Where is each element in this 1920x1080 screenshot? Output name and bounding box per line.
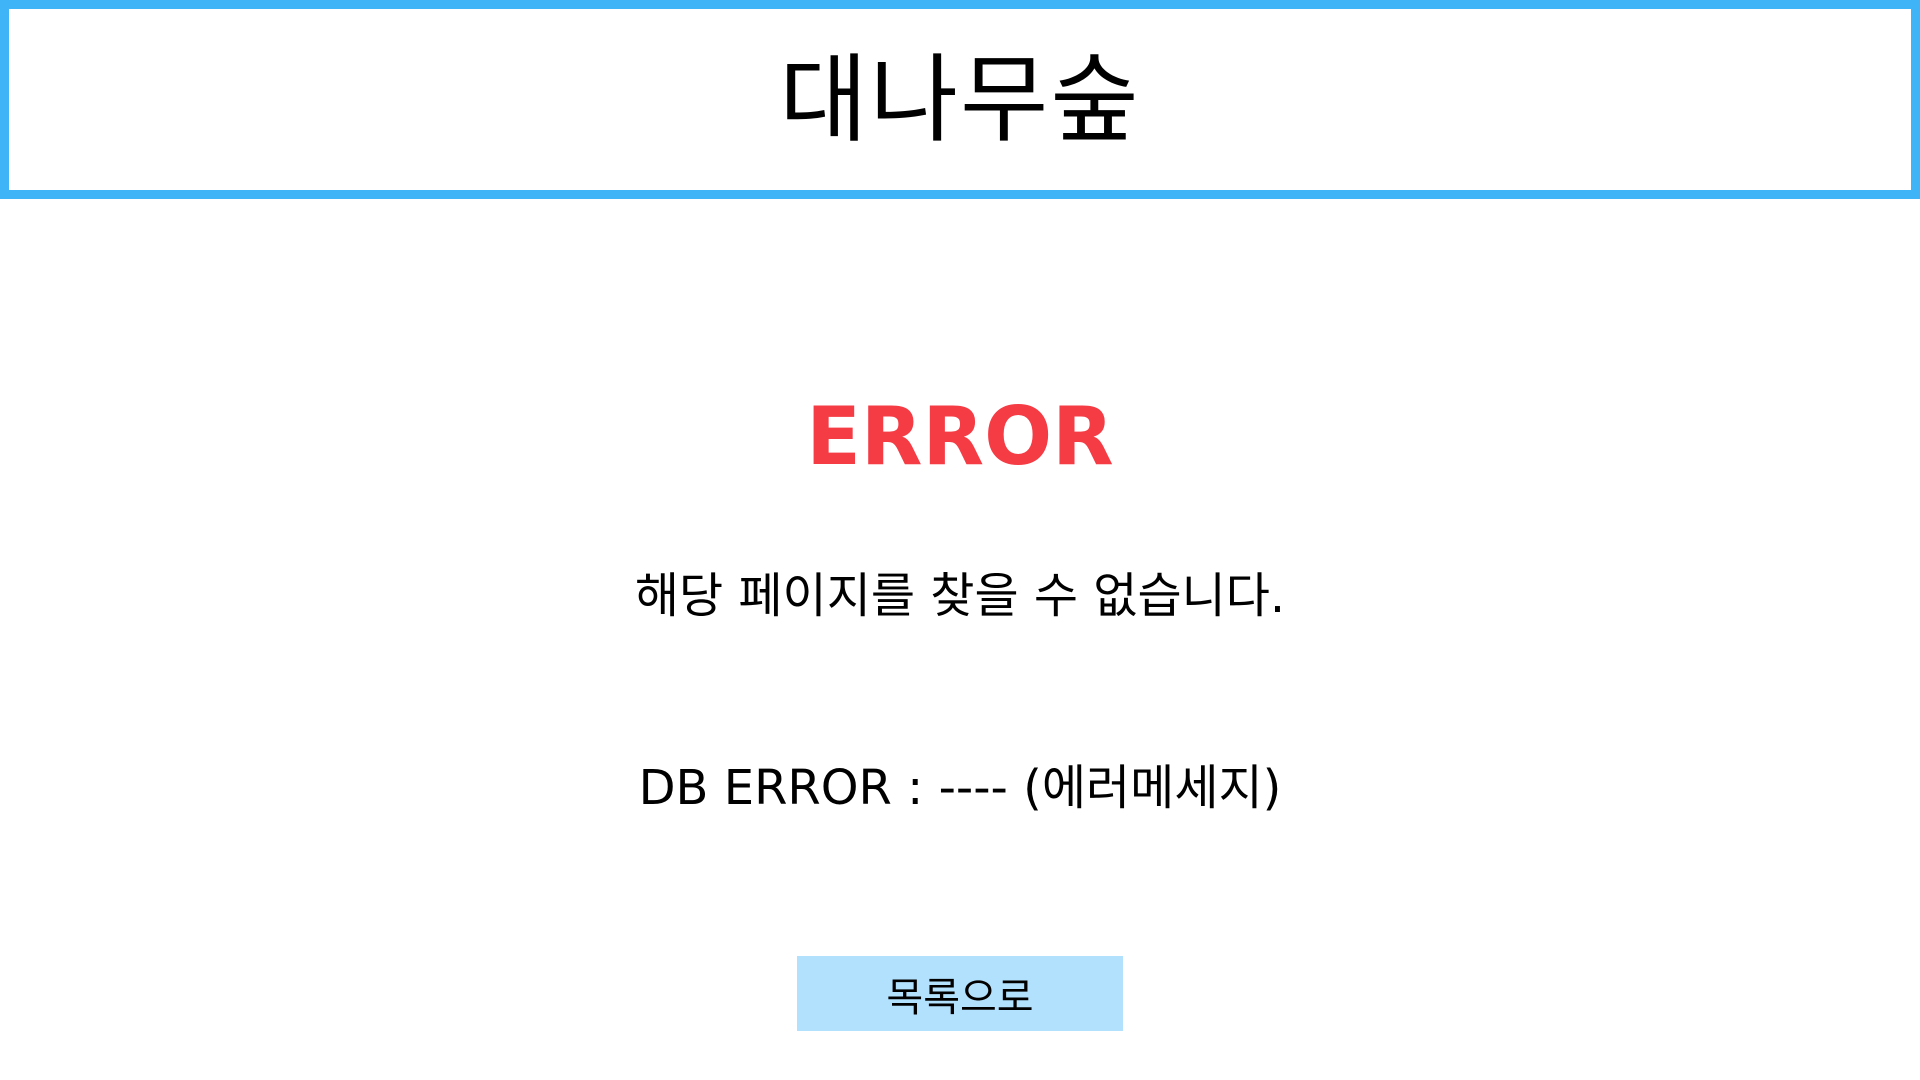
back-to-list-button[interactable]: 목록으로	[797, 956, 1123, 1031]
site-title[interactable]: 대나무숲	[779, 52, 1140, 148]
db-error-message: DB ERROR : ---- (에러메세지)	[638, 760, 1282, 816]
error-content: ERROR 해당 페이지를 찾을 수 없습니다. DB ERROR : ----…	[0, 199, 1920, 1080]
site-header: 대나무숲	[0, 0, 1920, 199]
error-title: ERROR	[806, 390, 1114, 483]
error-message: 해당 페이지를 찾을 수 없습니다.	[634, 568, 1286, 624]
